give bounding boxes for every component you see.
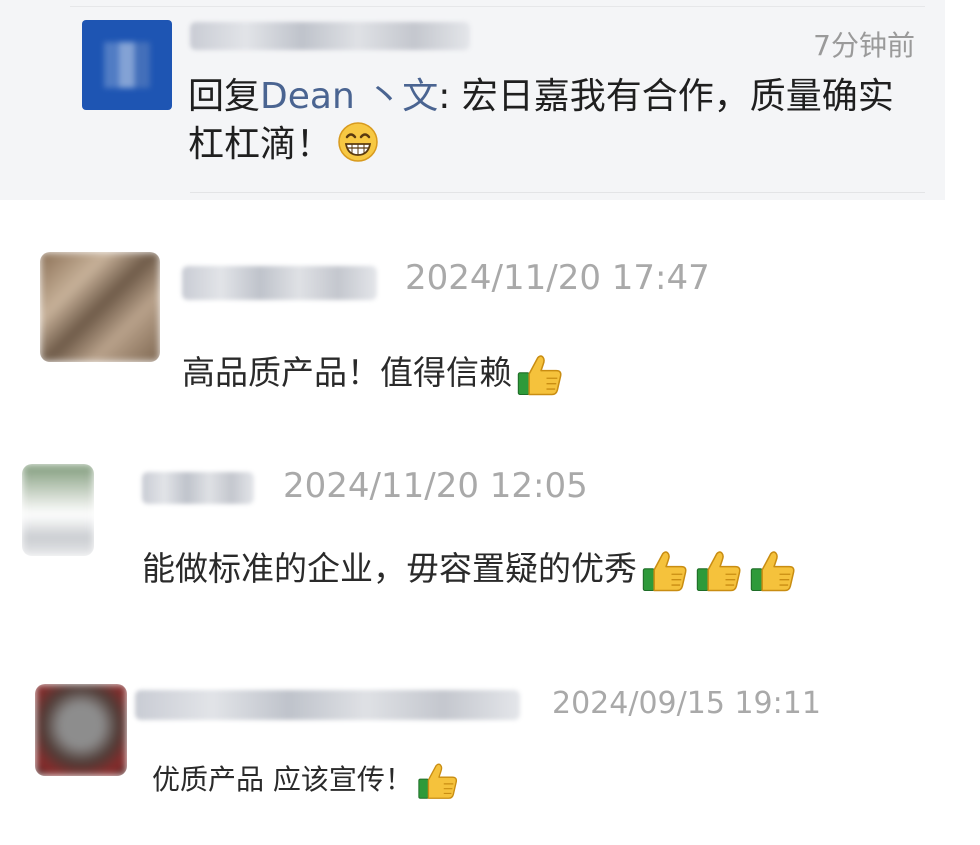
avatar[interactable] [35, 684, 127, 776]
blurred-username[interactable] [135, 690, 520, 720]
grin-emoji-icon [338, 122, 378, 162]
comment-timestamp: 2024/11/20 17:47 [405, 258, 710, 298]
blurred-username[interactable] [182, 266, 377, 300]
thumbs-up-group [637, 549, 799, 591]
reply-prefix: 回复 [188, 76, 261, 117]
blurred-username[interactable] [190, 22, 470, 50]
thumbs-up-icon [418, 763, 457, 799]
comment-item: 2024/11/20 17:47 高品质产品！值得信赖 [0, 248, 980, 395]
time-ago: 7分钟前 [813, 29, 915, 62]
comment-timestamp: 2024/11/20 12:05 [283, 466, 588, 506]
avatar[interactable] [40, 252, 160, 362]
comment-text: 高品质产品！值得信赖 [182, 346, 566, 401]
reply-card: 7分钟前 回复Dean 丶文: 宏日嘉我有合作，质量确实杠杠滴！ [0, 0, 945, 200]
comment-item: 2024/09/15 19:11 优质产品 应该宣传！ [0, 682, 980, 822]
thumbs-up-icon [642, 550, 687, 591]
divider [190, 192, 925, 193]
comment-body: 能做标准的企业，毋容置疑的优秀 [142, 549, 637, 588]
reply-colon: : [438, 76, 462, 117]
thumbs-up-icon [750, 550, 795, 591]
divider [70, 6, 925, 7]
comment-body: 高品质产品！值得信赖 [182, 353, 512, 392]
comment-item: 2024/11/20 12:05 能做标准的企业，毋容置疑的优秀 [0, 462, 980, 602]
thumbs-up-group [413, 763, 461, 799]
avatar[interactable] [22, 464, 94, 556]
comment-body: 优质产品 应该宣传！ [152, 763, 413, 796]
thumbs-up-icon [517, 354, 562, 395]
reply-to-name[interactable]: Dean 丶文 [260, 76, 438, 117]
avatar[interactable] [82, 20, 172, 110]
comment-text: 优质产品 应该宣传！ [152, 758, 461, 804]
reply-text: 回复Dean 丶文: 宏日嘉我有合作，质量确实杠杠滴！ [188, 74, 908, 168]
comment-timestamp: 2024/09/15 19:11 [552, 686, 821, 721]
blurred-username[interactable] [142, 472, 254, 504]
thumbs-up-icon [696, 550, 741, 591]
thumbs-up-group [512, 353, 566, 395]
comment-text: 能做标准的企业，毋容置疑的优秀 [142, 542, 799, 597]
